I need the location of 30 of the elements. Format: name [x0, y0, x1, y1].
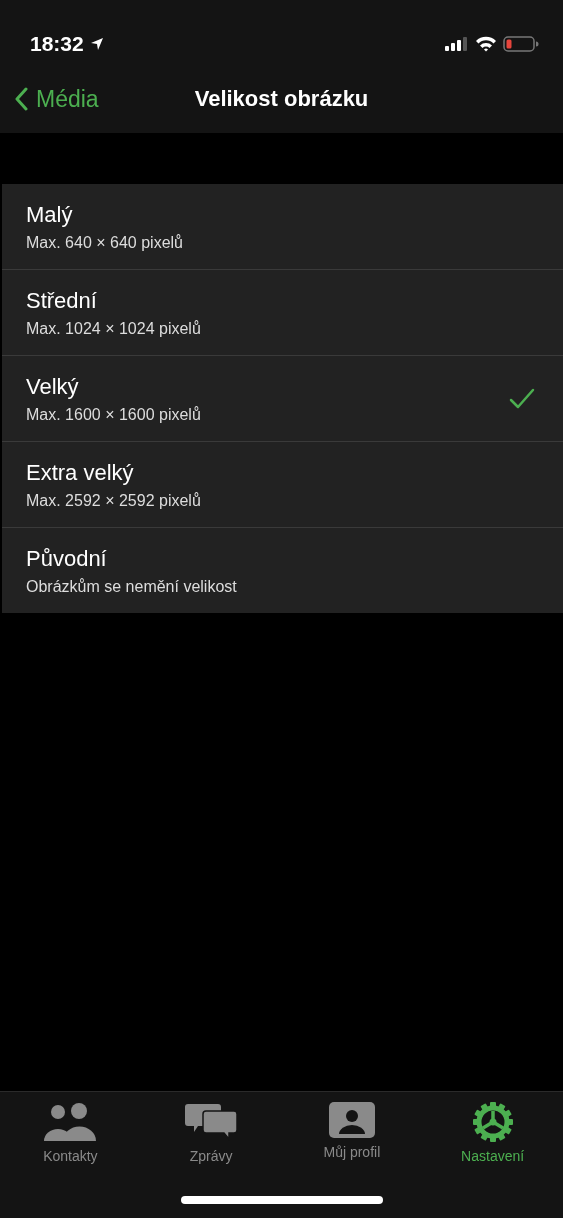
page-title: Velikost obrázku	[194, 86, 369, 113]
tab-bar-item[interactable]: Zprávy	[140, 1102, 282, 1166]
option-title: Extra velký	[26, 459, 135, 486]
signal-icon	[445, 36, 469, 51]
battery-icon	[503, 35, 539, 52]
option-title: Malý	[26, 201, 74, 228]
option-description: Obrázkům se nemění velikost	[26, 577, 238, 596]
option-description: Max. 1600 × 1600 pixelů	[26, 405, 202, 424]
size-option[interactable]: Střední Max. 1024 × 1024 pixelů	[2, 270, 563, 356]
option-description: Max. 640 × 640 pixelů	[26, 233, 184, 252]
wifi-icon	[475, 35, 497, 52]
option-title: Velký	[26, 373, 80, 400]
option-description: Max. 1024 × 1024 pixelů	[26, 319, 202, 338]
tab-bar-item[interactable]: Můj profil	[281, 1102, 423, 1166]
size-option[interactable]: Extra velký Max. 2592 × 2592 pixelů	[2, 442, 563, 528]
status-time: 18:32	[30, 31, 84, 56]
option-description: Max. 2592 × 2592 pixelů	[26, 491, 202, 510]
tab-bar-item[interactable]: Nastavení	[422, 1102, 563, 1166]
chevron-left-icon	[14, 87, 28, 112]
location-arrow-icon	[89, 36, 104, 51]
profile-card-icon	[328, 1102, 375, 1138]
size-option[interactable]: Velký Max. 1600 × 1600 pixelů	[2, 356, 563, 442]
option-title: Původní	[26, 545, 108, 572]
size-option[interactable]: Původní Obrázkům se nemění velikost	[2, 528, 563, 613]
option-title: Střední	[26, 287, 98, 314]
gear-icon	[472, 1102, 513, 1142]
size-option[interactable]: Malý Max. 640 × 640 pixelů	[2, 184, 563, 270]
tab-bar-item[interactable]: Kontakty	[0, 1102, 141, 1166]
people-icon	[43, 1102, 98, 1142]
back-button[interactable]: Média	[14, 85, 99, 113]
